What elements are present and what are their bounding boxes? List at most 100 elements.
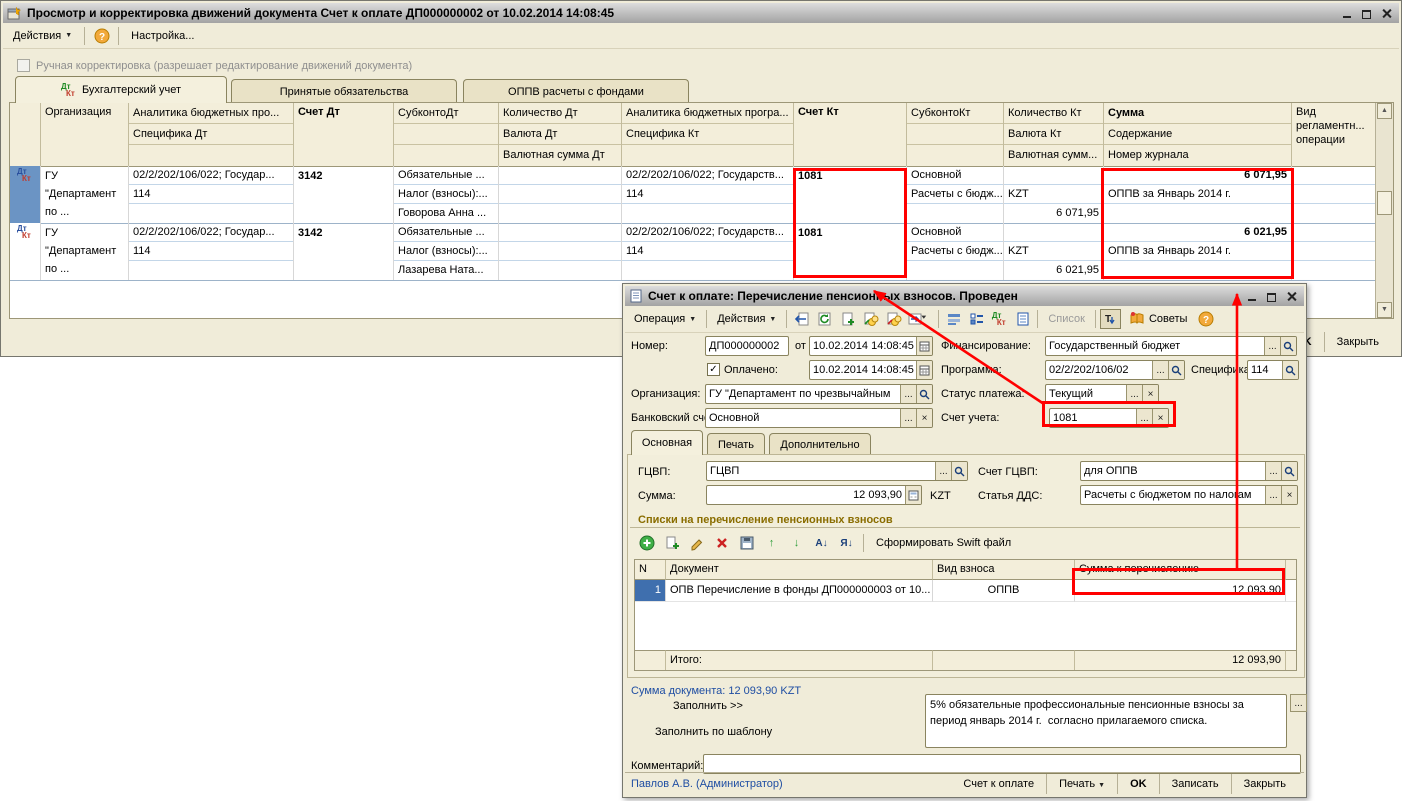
swift-file-button[interactable]: Сформировать Swift файл [870, 533, 1017, 553]
ellipsis-icon[interactable]: ... [1126, 385, 1142, 403]
col-currency-dt[interactable]: Валюта Дт [499, 124, 621, 145]
help-icon[interactable]: ? [1195, 309, 1216, 329]
manual-correction-checkbox[interactable] [17, 59, 30, 72]
scroll-up-icon[interactable]: ▲ [1377, 103, 1392, 119]
fill-button[interactable]: Заполнить >> [667, 696, 749, 716]
edit-row-icon[interactable] [686, 533, 707, 553]
minimize-icon[interactable] [1338, 6, 1355, 21]
col-qty-kt[interactable]: Количество Кт [1004, 103, 1103, 124]
maximize-icon[interactable] [1358, 6, 1375, 21]
settings-button[interactable]: Настройка... [125, 26, 200, 46]
col-document[interactable]: Документ [666, 560, 933, 580]
col-qty-dt[interactable]: Количество Дт [499, 103, 621, 124]
ellipsis-icon[interactable]: ... [1265, 462, 1281, 480]
magnifier-icon[interactable] [1282, 361, 1298, 379]
list-row[interactable]: 1 ОПВ Перечисление в фонды ДП000000003 о… [635, 580, 1296, 602]
close-button[interactable]: Закрыть [1324, 332, 1391, 352]
copy-row-icon[interactable] [661, 533, 682, 553]
col-subkonto-kt[interactable]: СубконтоКт [907, 103, 1003, 124]
minimize-icon[interactable] [1243, 289, 1260, 304]
magnifier-icon[interactable] [1168, 361, 1184, 379]
payment-status-field[interactable]: Текущий...× [1045, 384, 1159, 404]
col-account-dt[interactable]: Счет Дт [294, 103, 393, 121]
date-field[interactable]: 10.02.2014 14:08:45 [809, 336, 933, 356]
table-row[interactable]: ДтКт ГУ "Департамент по ... 02/2/202/106… [10, 223, 1376, 281]
dds-field[interactable]: Расчеты с бюджетом по налогам...× [1080, 485, 1298, 505]
scroll-down-icon[interactable]: ▼ [1377, 302, 1392, 318]
col-specifics-kt[interactable]: Специфика Кт [622, 124, 793, 145]
col-currency-sum-dt[interactable]: Валютная сумма Дт [499, 145, 621, 166]
col-account-kt[interactable]: Счет Кт [794, 103, 906, 121]
ellipsis-icon[interactable]: ... [1264, 337, 1280, 355]
ellipsis-icon[interactable]: ... [900, 409, 916, 427]
col-analytics-dt[interactable]: Аналитика бюджетных про... [129, 103, 293, 124]
bank-account-field[interactable]: Основной...× [705, 408, 933, 428]
gcvp-field[interactable]: ГЦВП... [706, 461, 968, 481]
ellipsis-icon[interactable]: ... [935, 462, 951, 480]
sort-asc-icon[interactable]: А↓ [811, 533, 832, 553]
close-icon[interactable] [1283, 289, 1300, 304]
magnifier-icon[interactable] [1280, 337, 1296, 355]
col-currency-kt[interactable]: Валюта Кт [1004, 124, 1103, 145]
refresh-icon[interactable] [814, 309, 835, 329]
organization-field[interactable]: ГУ "Департамент по чрезвычайным... [705, 384, 933, 404]
add-row-icon[interactable] [636, 533, 657, 553]
magnifier-icon[interactable] [916, 385, 932, 403]
financing-field[interactable]: Государственный бюджет... [1045, 336, 1297, 356]
col-subkonto-dt[interactable]: СубконтоДт [394, 103, 498, 124]
post-income-icon[interactable] [860, 309, 881, 329]
col-content[interactable]: Содержание [1104, 124, 1291, 145]
copy-add-icon[interactable] [837, 309, 858, 329]
structure-icon[interactable] [943, 309, 964, 329]
comment-field[interactable] [703, 754, 1301, 774]
maximize-icon[interactable] [1263, 289, 1280, 304]
tab-additional[interactable]: Дополнительно [769, 433, 871, 455]
tab-obligations[interactable]: Принятые обязательства [231, 79, 457, 103]
operation-menu[interactable]: Операция▼ [628, 309, 702, 329]
sort-desc-icon[interactable]: Я↓ [836, 533, 857, 553]
close-button[interactable]: Закрыть [1231, 774, 1298, 794]
journal-icon[interactable] [1012, 309, 1033, 329]
col-kind[interactable]: Вид взноса [933, 560, 1075, 580]
tab-oppv-funds[interactable]: ОППВ расчеты с фондами [463, 79, 689, 103]
clear-x-icon[interactable]: × [916, 409, 932, 427]
clear-x-icon[interactable]: × [1142, 385, 1158, 403]
post-document-icon[interactable] [791, 309, 812, 329]
tips-button[interactable]: Советы [1123, 309, 1193, 329]
send-icon[interactable] [906, 309, 934, 329]
move-up-icon[interactable]: ↑ [761, 533, 782, 553]
delete-row-icon[interactable] [711, 533, 732, 553]
print-button[interactable]: Печать ▼ [1046, 774, 1117, 794]
checklist-icon[interactable] [966, 309, 987, 329]
col-op-kind[interactable]: Вид регламентн... операции [1292, 103, 1375, 149]
col-amount[interactable]: Сумма к перечислению [1075, 560, 1286, 580]
magnifier-icon[interactable] [951, 462, 967, 480]
col-org[interactable]: Организация [41, 103, 128, 121]
tab-print[interactable]: Печать [707, 433, 765, 455]
program-field[interactable]: 02/2/202/106/02... [1045, 360, 1185, 380]
save-button[interactable]: Записать [1159, 774, 1231, 794]
ok-button[interactable]: OK [1117, 774, 1159, 794]
col-sum[interactable]: Сумма [1104, 103, 1291, 124]
close-icon[interactable] [1378, 6, 1395, 21]
account-field[interactable]: 1081...× [1049, 408, 1169, 428]
invoice-button[interactable]: Счет к оплате [951, 774, 1046, 794]
gcvp-account-field[interactable]: для ОППВ... [1080, 461, 1298, 481]
col-n[interactable]: N [635, 560, 666, 580]
specifics-field[interactable]: 114 [1247, 360, 1299, 380]
col-analytics-kt[interactable]: Аналитика бюджетных програ... [622, 103, 793, 124]
number-field[interactable]: ДП000000002 [705, 336, 789, 356]
paid-date-field[interactable]: 10.02.2014 14:08:45 [809, 360, 933, 380]
ellipsis-icon[interactable]: ... [900, 385, 916, 403]
purpose-textarea[interactable] [925, 694, 1287, 748]
calendar-icon[interactable] [916, 337, 932, 355]
col-specifics-dt[interactable]: Специфика Дт [129, 124, 293, 145]
tab-main[interactable]: Основная [631, 430, 703, 455]
paid-checkbox[interactable]: ✓ [707, 363, 720, 376]
move-down-icon[interactable]: ↓ [786, 533, 807, 553]
scroll-thumb[interactable] [1377, 191, 1392, 215]
calendar-icon[interactable] [916, 361, 932, 379]
dtkt-icon[interactable]: ДтКт [989, 309, 1010, 329]
sum-field[interactable]: 12 093,90 [706, 485, 922, 505]
table-scrollbar[interactable]: ▲ ▼ [1375, 103, 1393, 318]
